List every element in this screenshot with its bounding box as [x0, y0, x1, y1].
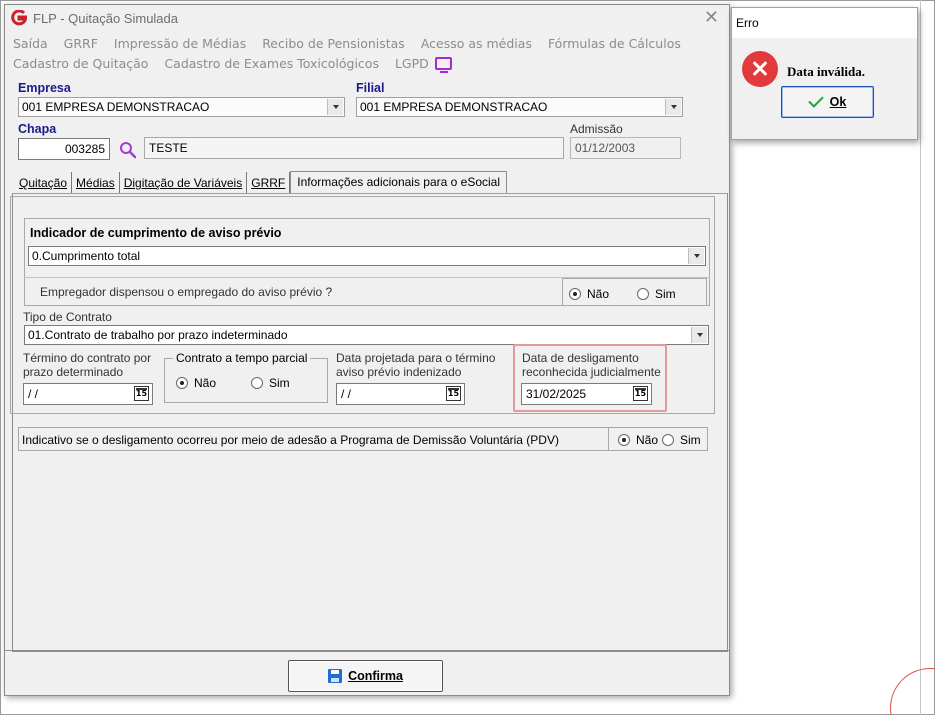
radio-selected-icon	[569, 288, 581, 300]
admissao-field: 01/12/2003	[570, 137, 681, 159]
app-logo-icon	[11, 10, 27, 26]
tab-informacoes-esocial[interactable]: Informações adicionais para o eSocial	[290, 171, 508, 193]
search-icon[interactable]	[119, 141, 137, 159]
tab-quitacao-label: Quitação	[19, 176, 68, 190]
error-title-bar: Erro	[732, 8, 917, 38]
dispensou-label: Empregador dispensou o empregado do avis…	[40, 285, 333, 299]
pdv-label: Indicativo se o desligamento ocorreu por…	[22, 433, 559, 447]
error-icon	[742, 51, 778, 87]
menu-item-formulas-calculos[interactable]: Fórmulas de Cálculos	[548, 36, 681, 51]
radio-empty-icon	[637, 288, 649, 300]
menu-item-cadastro-exames[interactable]: Cadastro de Exames Toxicológicos	[164, 56, 379, 71]
tipo-contrato-value: 01.Contrato de trabalho por prazo indete…	[28, 328, 288, 342]
menu-item-impressao-medias[interactable]: Impressão de Médias	[114, 36, 246, 51]
background-divider	[920, 0, 921, 715]
termino-label: Término do contrato por prazo determinad…	[23, 351, 152, 379]
pdv-radio-nao[interactable]: Não	[618, 433, 658, 447]
aviso-select[interactable]: 0.Cumprimento total	[28, 246, 706, 266]
error-message: Data inválida.	[787, 64, 866, 79]
radio-selected-icon	[618, 434, 630, 446]
calendar-icon[interactable]: 15	[446, 386, 461, 401]
dispensou-radio-nao[interactable]: Não	[569, 287, 609, 301]
deslig-date-input[interactable]: 31/02/2025 15	[521, 383, 652, 405]
tab-medias-label: Médias	[76, 176, 115, 190]
chapa-input[interactable]: 003285	[18, 138, 110, 160]
dispensou-radio-sim[interactable]: Sim	[637, 287, 676, 301]
tab-digitacao-label: Digitação de Variáveis	[123, 176, 243, 190]
radio-label: Sim	[269, 376, 290, 390]
radio-label: Não	[587, 287, 610, 301]
close-icon[interactable]: ✕	[704, 8, 719, 26]
menu-item-acesso-medias[interactable]: Acesso as médias	[421, 36, 532, 51]
title-bar: FLP - Quitação Simulada ✕	[5, 5, 729, 31]
filial-value: 001 EMPRESA DEMONSTRACAO	[360, 100, 548, 114]
tab-digitacao-variaveis[interactable]: Digitação de Variáveis	[120, 172, 248, 193]
footer-divider	[5, 650, 729, 651]
menu-bar-row-1: Saída GRRF Impressão de Médias Recibo de…	[13, 36, 693, 51]
calendar-icon[interactable]: 15	[134, 386, 149, 401]
ok-button-label: Ok	[829, 95, 847, 109]
monitor-icon[interactable]	[434, 57, 452, 73]
parcial-radio-sim[interactable]: Sim	[251, 376, 290, 390]
chevron-down-icon[interactable]	[691, 327, 707, 343]
menu-item-grrf[interactable]: GRRF	[64, 36, 98, 51]
termino-date-input[interactable]: / / 15	[23, 383, 153, 405]
checkmark-icon	[807, 92, 824, 108]
menu-item-recibo-pensionistas[interactable]: Recibo de Pensionistas	[262, 36, 405, 51]
aviso-value: 0.Cumprimento total	[32, 249, 141, 263]
calendar-icon[interactable]: 15	[633, 386, 648, 401]
empresa-value: 001 EMPRESA DEMONSTRACAO	[22, 100, 210, 114]
tab-medias[interactable]: Médias	[72, 172, 120, 193]
radio-label: Sim	[680, 433, 701, 447]
radio-label: Não	[636, 433, 659, 447]
tab-bar: Quitação Médias Digitação de Variáveis GRRF…	[15, 171, 508, 194]
menu-bar-row-2: Cadastro de Quitação Cadastro de Exames …	[13, 56, 452, 73]
chevron-down-icon[interactable]	[665, 99, 681, 115]
admissao-label: Admissão	[570, 122, 623, 136]
chevron-down-icon[interactable]	[327, 99, 343, 115]
radio-label: Não	[194, 376, 217, 390]
radio-empty-icon	[251, 377, 263, 389]
tab-grrf[interactable]: GRRF	[247, 172, 291, 193]
deslig-label: Data de desligamento reconhecida judicia…	[522, 351, 661, 379]
tab-grrf-label: GRRF	[251, 176, 286, 190]
window-title: FLP - Quitação Simulada	[33, 11, 178, 26]
projetada-date-input[interactable]: / / 15	[336, 383, 465, 405]
parcial-label: Contrato a tempo parcial	[173, 351, 311, 365]
tipo-contrato-select[interactable]: 01.Contrato de trabalho por prazo indete…	[24, 325, 709, 345]
confirm-button-label: Confirma	[348, 669, 403, 683]
save-icon	[328, 669, 343, 683]
ok-button[interactable]: Ok	[781, 86, 874, 118]
radio-label: Sim	[655, 287, 676, 301]
empresa-label: Empresa	[18, 81, 71, 95]
tipo-contrato-label: Tipo de Contrato	[23, 310, 112, 324]
empresa-select[interactable]: 001 EMPRESA DEMONSTRACAO	[18, 97, 345, 117]
error-dialog: Erro Data inválida. Ok	[731, 7, 918, 140]
confirm-button[interactable]: Confirma	[288, 660, 443, 692]
chevron-down-icon[interactable]	[688, 248, 704, 264]
pdv-radio-sim[interactable]: Sim	[662, 433, 701, 447]
menu-item-saida[interactable]: Saída	[13, 36, 48, 51]
projetada-date-value: / /	[341, 387, 352, 401]
chapa-label: Chapa	[18, 122, 57, 136]
menu-item-cadastro-quitacao[interactable]: Cadastro de Quitação	[13, 56, 148, 71]
filial-select[interactable]: 001 EMPRESA DEMONSTRACAO	[356, 97, 683, 117]
parcial-radio-nao[interactable]: Não	[176, 376, 216, 390]
aviso-title: Indicador de cumprimento de aviso prévio	[30, 226, 282, 240]
termino-date-value: / /	[28, 387, 39, 401]
divider	[608, 427, 609, 451]
radio-selected-icon	[176, 377, 188, 389]
error-title: Erro	[736, 16, 759, 30]
deslig-date-value: 31/02/2025	[526, 387, 587, 401]
filial-label: Filial	[356, 81, 385, 95]
employee-name-field: TESTE	[144, 137, 564, 159]
tab-quitacao[interactable]: Quitação	[15, 172, 73, 193]
menu-item-lgpd[interactable]: LGPD	[395, 56, 429, 71]
radio-empty-icon	[662, 434, 674, 446]
projetada-label: Data projetada para o término aviso prév…	[336, 351, 496, 379]
